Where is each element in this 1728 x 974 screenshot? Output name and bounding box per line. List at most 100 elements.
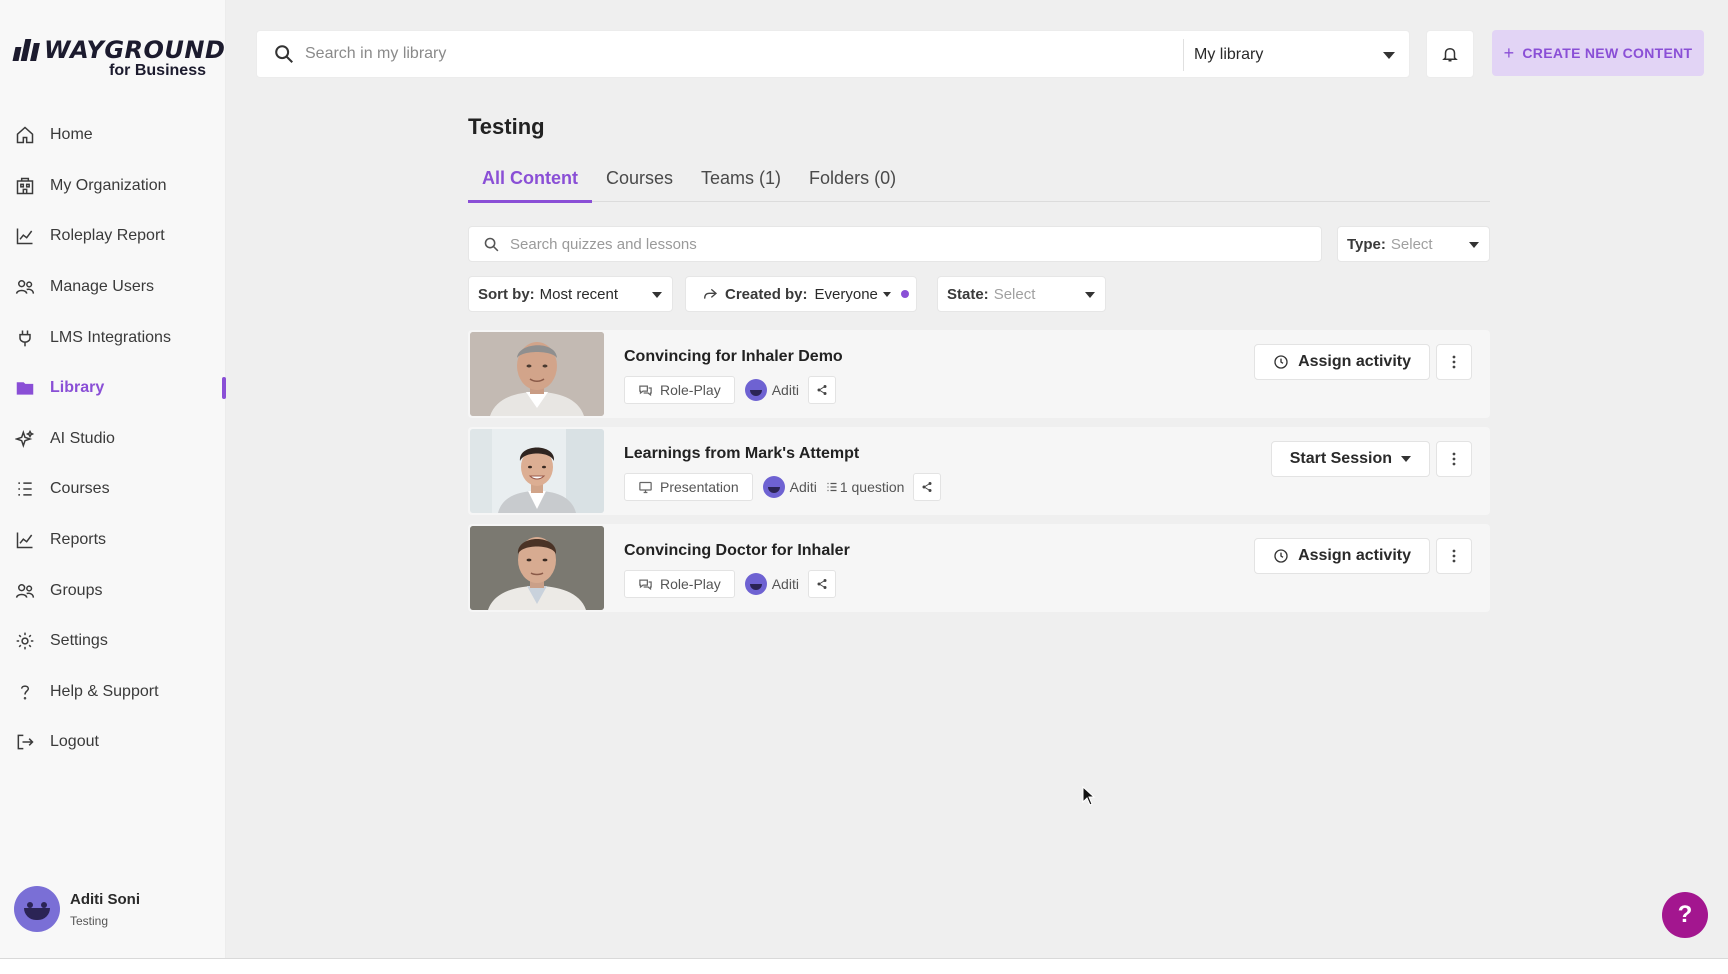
content-search bbox=[468, 226, 1322, 262]
gear-icon bbox=[14, 630, 36, 652]
bell-icon bbox=[1442, 47, 1458, 62]
sidebar-item-help-support[interactable]: Help & Support bbox=[0, 667, 226, 718]
content-type-tag: Role-Play bbox=[624, 376, 735, 404]
tab-all-content[interactable]: All Content bbox=[468, 164, 592, 203]
list-item[interactable]: Convincing Doctor for Inhaler Role-Play … bbox=[468, 524, 1490, 612]
logout-icon bbox=[14, 731, 36, 753]
share-arrow-icon bbox=[704, 288, 718, 299]
tab-teams[interactable]: Teams (1) bbox=[687, 164, 795, 202]
author-name: Aditi bbox=[771, 576, 799, 592]
question-icon bbox=[14, 681, 36, 703]
chevron-down-icon bbox=[1085, 292, 1095, 298]
author-name: Aditi bbox=[771, 382, 799, 398]
assign-activity-label: Assign activity bbox=[1298, 353, 1411, 370]
sidebar-item-roleplay-report[interactable]: Roleplay Report bbox=[0, 211, 226, 262]
content-type-tag: Presentation bbox=[624, 473, 753, 501]
brand-logo[interactable]: WAYGROUND for Business bbox=[12, 36, 225, 80]
list-item[interactable]: Convincing for Inhaler Demo Role-Play Ad… bbox=[468, 330, 1490, 418]
created-by-filter[interactable]: Created by: Everyone bbox=[685, 276, 917, 312]
sort-filter[interactable]: Sort by: Most recent bbox=[468, 276, 673, 312]
share-icon bbox=[817, 385, 827, 395]
type-filter[interactable]: Type: Select bbox=[1337, 226, 1490, 262]
library-scope-select[interactable]: My library bbox=[1183, 39, 1409, 71]
more-options-button[interactable] bbox=[1436, 441, 1472, 477]
content-title[interactable]: Learnings from Mark's Attempt bbox=[624, 445, 859, 463]
chevron-down-icon bbox=[652, 292, 662, 298]
mouse-cursor-icon bbox=[1082, 786, 1096, 806]
sidebar: WAYGROUND for Business Home My Organizat… bbox=[0, 0, 226, 958]
list-icon bbox=[827, 482, 837, 492]
content-title[interactable]: Convincing Doctor for Inhaler bbox=[624, 542, 850, 560]
chevron-down-icon bbox=[1469, 242, 1479, 248]
line-chart-icon bbox=[14, 225, 36, 247]
help-button[interactable]: ? bbox=[1662, 892, 1708, 938]
sidebar-item-home[interactable]: Home bbox=[0, 110, 226, 161]
create-new-content-label: CREATE NEW CONTENT bbox=[1522, 45, 1693, 61]
list-icon bbox=[14, 478, 36, 500]
tab-folders[interactable]: Folders (0) bbox=[795, 164, 910, 202]
create-new-content-button[interactable]: + CREATE NEW CONTENT bbox=[1492, 30, 1704, 76]
sidebar-item-label: Manage Users bbox=[50, 278, 155, 296]
sidebar-item-label: Library bbox=[50, 379, 105, 397]
clock-icon bbox=[1274, 355, 1288, 369]
sidebar-item-label: Roleplay Report bbox=[50, 227, 165, 245]
user-name: Aditi Soni bbox=[70, 890, 140, 908]
sidebar-item-groups[interactable]: Groups bbox=[0, 565, 226, 616]
chevron-down-icon bbox=[882, 291, 891, 297]
notifications-button[interactable] bbox=[1426, 30, 1474, 78]
sidebar-item-manage-users[interactable]: Manage Users bbox=[0, 262, 226, 313]
sidebar-item-label: Help & Support bbox=[50, 682, 159, 700]
content-thumbnail bbox=[470, 429, 604, 513]
share-button[interactable] bbox=[807, 376, 836, 404]
clock-icon bbox=[1274, 549, 1288, 563]
sidebar-item-logout[interactable]: Logout bbox=[0, 717, 226, 768]
sidebar-item-lms-integrations[interactable]: LMS Integrations bbox=[0, 312, 226, 363]
sidebar-item-my-organization[interactable]: My Organization bbox=[0, 161, 226, 212]
sidebar-item-reports[interactable]: Reports bbox=[0, 515, 226, 566]
library-search-input[interactable] bbox=[305, 45, 1205, 63]
list-item[interactable]: Learnings from Mark's Attempt Presentati… bbox=[468, 427, 1490, 515]
start-session-button[interactable]: Start Session bbox=[1270, 441, 1430, 477]
brand-sub: for Business bbox=[109, 62, 206, 79]
state-filter[interactable]: State: Select bbox=[937, 276, 1106, 312]
logo-wordmark: WAYGROUND bbox=[12, 36, 225, 64]
content-type-tag: Role-Play bbox=[624, 570, 735, 598]
sidebar-item-courses[interactable]: Courses bbox=[0, 464, 226, 515]
assign-activity-button[interactable]: Assign activity bbox=[1254, 538, 1430, 574]
sidebar-item-settings[interactable]: Settings bbox=[0, 616, 226, 667]
author: Aditi bbox=[744, 379, 799, 401]
start-session-label: Start Session bbox=[1289, 450, 1392, 467]
sidebar-item-label: My Organization bbox=[50, 176, 167, 194]
content-search-input[interactable] bbox=[510, 235, 1270, 253]
content-thumbnail bbox=[470, 332, 604, 416]
content-title[interactable]: Convincing for Inhaler Demo bbox=[624, 348, 843, 366]
content-type-label: Presentation bbox=[660, 479, 739, 495]
state-filter-value: Select bbox=[993, 285, 1036, 303]
question-count: 1 question bbox=[826, 479, 904, 495]
top-bar: My library + CREATE NEW CONTENT bbox=[226, 18, 1728, 92]
logo-icon bbox=[12, 39, 40, 61]
type-filter-value: Select bbox=[1390, 235, 1433, 253]
sidebar-item-library[interactable]: Library bbox=[0, 363, 226, 414]
users-icon bbox=[14, 276, 36, 298]
chevron-down-icon bbox=[1401, 456, 1411, 462]
assign-activity-button[interactable]: Assign activity bbox=[1254, 344, 1430, 380]
sidebar-nav: Home My Organization Roleplay Report Man… bbox=[0, 110, 226, 768]
share-button[interactable] bbox=[807, 570, 836, 598]
sidebar-item-label: AI Studio bbox=[50, 429, 115, 447]
more-options-button[interactable] bbox=[1436, 538, 1472, 574]
user-org: Testing bbox=[70, 913, 109, 928]
share-button[interactable] bbox=[913, 473, 942, 501]
sidebar-item-label: Settings bbox=[50, 632, 108, 650]
kebab-icon bbox=[1452, 355, 1456, 369]
user-profile[interactable]: Aditi Soni Testing bbox=[14, 886, 140, 932]
more-options-button[interactable] bbox=[1436, 344, 1472, 380]
avatar bbox=[762, 476, 785, 498]
content-type-label: Role-Play bbox=[660, 576, 721, 592]
library-search: My library bbox=[256, 30, 1410, 78]
home-icon bbox=[14, 124, 36, 146]
brand-name: WAYGROUND bbox=[44, 36, 226, 64]
sidebar-item-ai-studio[interactable]: AI Studio bbox=[0, 414, 226, 465]
tab-courses[interactable]: Courses bbox=[592, 164, 687, 202]
folder-icon bbox=[14, 377, 36, 399]
